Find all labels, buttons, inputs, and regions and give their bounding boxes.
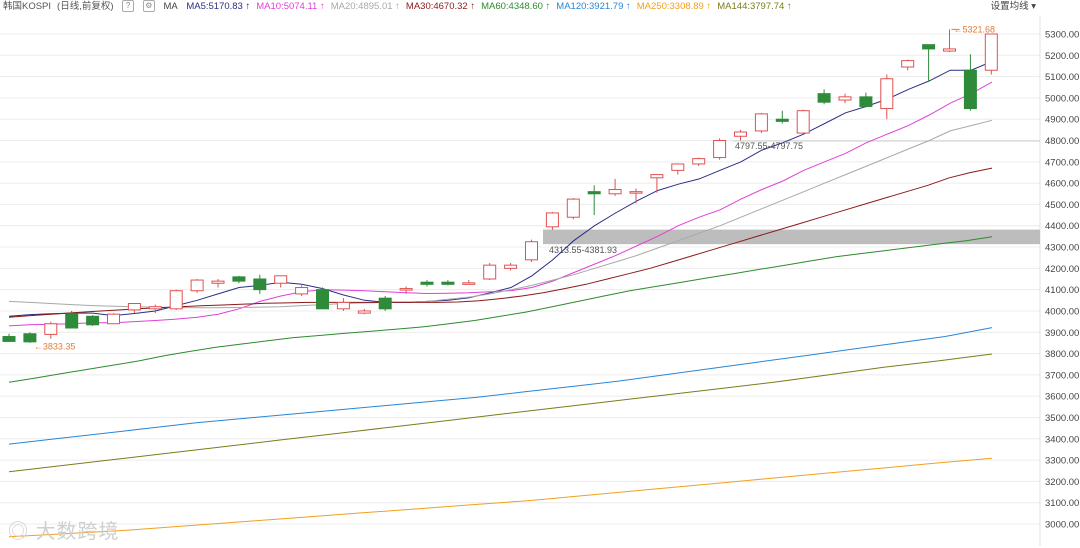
y-tick-label: 4600.00	[1045, 179, 1079, 190]
candle-body	[336, 301, 350, 310]
support-zone	[543, 229, 1040, 245]
candle-body	[232, 276, 246, 282]
y-tick-label: 3200.00	[1045, 477, 1079, 488]
candle-body	[838, 96, 852, 101]
candle-body	[650, 174, 664, 179]
watermark: ◎ 大数跨境	[8, 515, 120, 544]
y-tick-label: 4700.00	[1045, 157, 1079, 168]
candle-body	[127, 303, 141, 311]
y-tick-label: 4800.00	[1045, 136, 1079, 147]
y-tick-label: 5100.00	[1045, 72, 1079, 83]
candle-body	[692, 158, 706, 165]
candle-body	[984, 33, 998, 71]
reference-line-label: 4797.55-4797.75	[735, 141, 803, 151]
candle-body	[274, 275, 288, 284]
candle-body	[859, 96, 873, 107]
candle-body	[357, 310, 371, 314]
watermark-text: 大数跨境	[35, 521, 120, 543]
ma-line-ma20	[8, 119, 993, 309]
candle-body	[107, 313, 120, 325]
candle-body	[86, 315, 100, 326]
candle-body	[775, 118, 789, 122]
candle-body	[420, 281, 434, 285]
ma-line-ma250	[8, 457, 993, 538]
candle-body	[629, 191, 643, 194]
candle-body	[880, 78, 894, 110]
candle-body	[587, 191, 601, 195]
candle-body	[525, 241, 538, 261]
candle-body	[295, 287, 309, 295]
y-tick-label: 4900.00	[1045, 115, 1079, 126]
candle-body	[713, 140, 727, 159]
ma-line-ma60	[8, 236, 993, 383]
candle-body	[608, 189, 622, 195]
y-tick-label: 4100.00	[1045, 285, 1079, 296]
low-label: ←3833.35	[34, 341, 76, 351]
high-label: ←5321.68	[954, 24, 996, 34]
y-tick-label: 5200.00	[1045, 51, 1079, 62]
candle-body	[211, 280, 225, 284]
y-tick-label: 3400.00	[1045, 434, 1079, 445]
candle-body	[671, 163, 685, 171]
candle-body	[316, 289, 329, 310]
candle-body	[2, 336, 16, 342]
candle-body	[253, 278, 267, 291]
candle-body	[817, 93, 831, 103]
y-tick-label: 3700.00	[1045, 370, 1079, 381]
y-tick-label: 4500.00	[1045, 200, 1079, 211]
candle-body	[462, 282, 476, 285]
candle-body	[399, 288, 413, 291]
candle-body	[483, 264, 497, 280]
y-tick-label: 3600.00	[1045, 392, 1079, 403]
candle-body	[545, 212, 559, 228]
y-tick-label: 4400.00	[1045, 221, 1079, 232]
candle-body	[796, 110, 810, 134]
y-tick-label: 3000.00	[1045, 520, 1079, 531]
candle-body	[754, 113, 768, 132]
candle-body	[504, 264, 518, 269]
candle-body	[963, 69, 977, 110]
candle-body	[190, 279, 204, 292]
watermark-logo-icon: ◎	[8, 521, 36, 543]
candle-body	[734, 131, 747, 137]
candle-body	[566, 198, 580, 218]
y-tick-label: 3300.00	[1045, 456, 1079, 467]
candle-body	[148, 306, 162, 310]
y-tick-label: 5000.00	[1045, 93, 1079, 104]
candle-body	[901, 60, 915, 68]
candle-body	[44, 323, 58, 335]
candle-body	[378, 297, 392, 310]
ma-line-ma120	[8, 327, 993, 445]
candle-body	[65, 313, 79, 329]
candle-body	[169, 290, 183, 310]
y-tick-label: 3800.00	[1045, 349, 1079, 360]
candle-body	[922, 44, 936, 50]
y-tick-label: 5300.00	[1045, 30, 1079, 41]
ma-line-ma144	[8, 353, 993, 473]
candle-body	[441, 281, 455, 285]
y-tick-label: 3900.00	[1045, 328, 1079, 339]
candle-body	[943, 48, 956, 52]
y-tick-label: 3500.00	[1045, 413, 1079, 424]
y-tick-label: 4200.00	[1045, 264, 1079, 275]
y-tick-label: 3100.00	[1045, 498, 1079, 509]
chart-canvas: 3000.00 3100.00 3200.00 3300.00 3400.00 3500.…	[0, 16, 1079, 546]
y-tick-label: 4300.00	[1045, 243, 1079, 254]
y-tick-label: 4000.00	[1045, 306, 1079, 317]
